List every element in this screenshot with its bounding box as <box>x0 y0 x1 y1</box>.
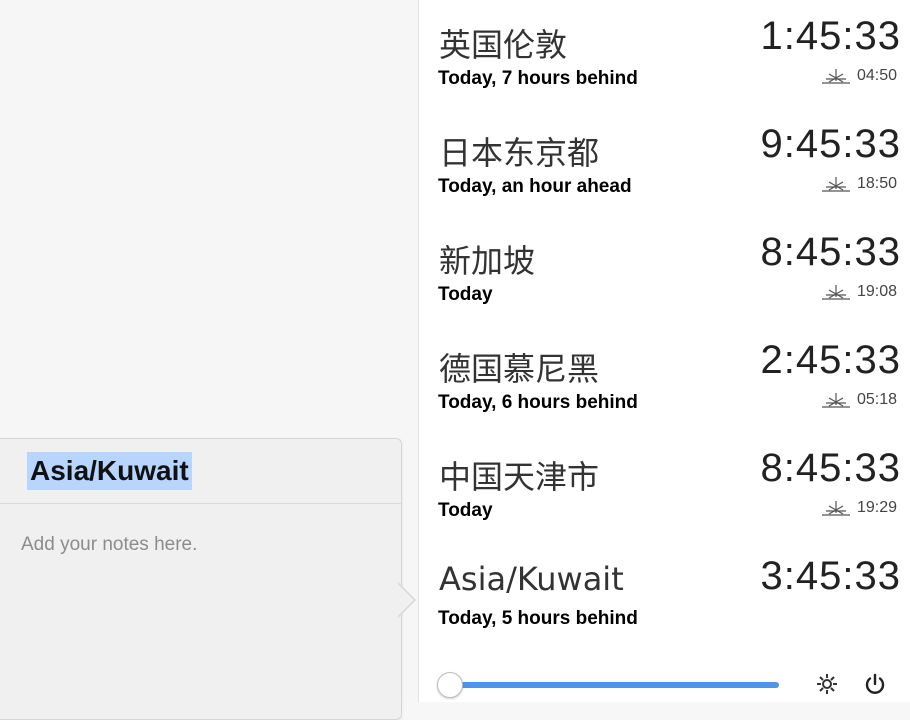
clock-time: 8:45:33 <box>760 230 901 274</box>
sunrise-icon <box>821 393 850 408</box>
clock-offset: Today <box>438 500 493 521</box>
clock-city: 中国天津市 <box>439 458 600 496</box>
clock-time: 9:45:33 <box>760 122 901 166</box>
sunset-icon <box>821 501 850 516</box>
sunrise-icon <box>821 69 850 84</box>
clock-row-munich[interactable]: 德国慕尼黑 Today, 6 hours behind 2:45:33 05:1… <box>419 324 910 432</box>
clock-row-kuwait[interactable]: Asia/Kuwait Today, 5 hours behind 3:45:3… <box>419 540 910 648</box>
clock-time: 2:45:33 <box>760 338 901 382</box>
sunset-time: 19:29 <box>856 499 897 516</box>
sunrise-info: 05:18 <box>821 390 897 410</box>
clock-city: 新加坡 <box>439 242 536 280</box>
sunset-info: 19:08 <box>821 282 897 302</box>
clock-city: Asia/Kuwait <box>439 560 624 598</box>
clock-city: 日本东京都 <box>439 134 600 172</box>
world-clock-panel: 英国伦敦 Today, 7 hours behind 1:45:33 04:50… <box>418 0 910 702</box>
sunrise-time: 04:50 <box>856 67 897 84</box>
clock-row-tianjin[interactable]: 中国天津市 Today 8:45:33 19:29 <box>419 432 910 540</box>
clock-city: 英国伦敦 <box>439 26 568 64</box>
clock-time: 3:45:33 <box>760 554 901 598</box>
sunset-icon <box>821 285 850 300</box>
sunrise-info: 04:50 <box>821 66 897 86</box>
sunset-info: 18:50 <box>821 174 897 194</box>
sunset-icon <box>821 177 850 192</box>
notes-popover: Asia/Kuwait Add your notes here. <box>0 438 402 720</box>
sunset-info: 19:29 <box>821 498 897 518</box>
sunset-time: 18:50 <box>856 175 897 192</box>
clock-row-tokyo[interactable]: 日本东京都 Today, an hour ahead 9:45:33 18:50 <box>419 108 910 216</box>
clock-city: 德国慕尼黑 <box>439 350 600 388</box>
notes-divider <box>0 503 401 504</box>
clock-offset: Today <box>438 284 493 305</box>
clock-offset: Today, 6 hours behind <box>438 392 638 413</box>
clock-row-singapore[interactable]: 新加坡 Today 8:45:33 19:08 <box>419 216 910 324</box>
clock-row-london[interactable]: 英国伦敦 Today, 7 hours behind 1:45:33 04:50 <box>419 0 910 108</box>
popover-arrow-inner <box>397 583 414 617</box>
sunrise-time: 05:18 <box>856 391 897 408</box>
sunset-time: 19:08 <box>856 283 897 300</box>
clock-offset: Today, an hour ahead <box>438 176 632 197</box>
clock-time: 1:45:33 <box>760 14 901 58</box>
notes-input[interactable]: Add your notes here. <box>21 534 197 556</box>
gear-icon[interactable] <box>815 672 839 696</box>
clock-offset: Today, 5 hours behind <box>438 608 638 629</box>
power-icon[interactable] <box>863 672 887 696</box>
notes-title[interactable]: Asia/Kuwait <box>27 452 192 490</box>
clock-time: 8:45:33 <box>760 446 901 490</box>
time-slider-track[interactable] <box>449 682 779 688</box>
time-slider-knob[interactable] <box>437 672 463 698</box>
clock-offset: Today, 7 hours behind <box>438 68 638 89</box>
